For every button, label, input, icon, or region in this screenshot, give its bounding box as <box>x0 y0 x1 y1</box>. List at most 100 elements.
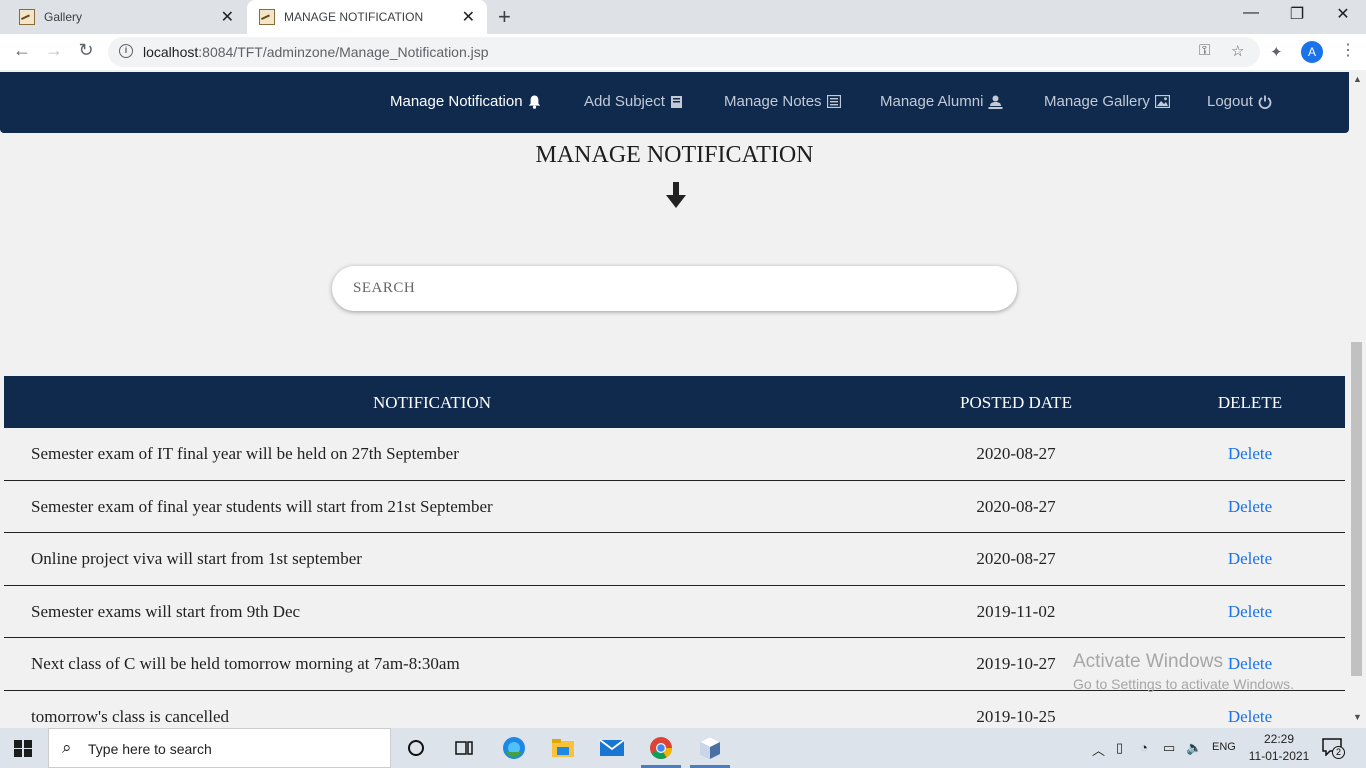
mail-icon[interactable] <box>598 734 626 762</box>
language-indicator[interactable]: ENG <box>1212 741 1236 753</box>
delete-link[interactable]: Delete <box>1150 707 1350 727</box>
watermark-subtitle: Go to Settings to activate Windows. <box>1073 676 1294 692</box>
notification-count-badge: 2 <box>1332 746 1345 759</box>
bookmark-star-icon[interactable]: ☆ <box>1231 42 1244 60</box>
posted-date: 2020-08-27 <box>976 549 1056 569</box>
forward-arrow-icon[interactable]: → <box>42 40 66 61</box>
new-tab-icon[interactable]: + <box>498 6 511 28</box>
url-text: localhost:8084/TFT/adminzone/Manage_Noti… <box>143 44 489 60</box>
notification-text: Online project viva will start from 1st … <box>31 549 362 569</box>
power-icon <box>1258 95 1272 109</box>
list-icon <box>826 95 841 108</box>
action-center-icon[interactable]: 2 <box>1322 738 1346 759</box>
browser-tab-strip: Gallery ✕ MANAGE NOTIFICATION ✕ + — ❐ ✕ <box>0 0 1366 34</box>
table-header: NOTIFICATION POSTED DATE DELETE <box>4 376 1345 428</box>
task-view-icon[interactable] <box>450 734 478 762</box>
reload-icon[interactable]: ↻ <box>74 40 98 61</box>
nav-manage-notes[interactable]: Manage Notes <box>724 93 841 110</box>
vertical-scrollbar[interactable]: ▲ ▼ <box>1349 70 1366 728</box>
notification-text: tomorrow's class is cancelled <box>31 706 230 726</box>
search-icon: ⌕ <box>62 738 72 757</box>
image-icon <box>1154 95 1170 108</box>
windows-taskbar: ⌕ Type here to search ︿ ▯ ◔ ▭ 🔈 ENG 22:2… <box>0 728 1366 768</box>
scroll-down-arrow-icon[interactable]: ▼ <box>1353 712 1362 722</box>
close-window-icon[interactable]: ✕ <box>1320 4 1366 24</box>
table-row: Semester exam of IT final year will be h… <box>4 428 1345 481</box>
device-icon[interactable]: ▯ <box>1116 740 1123 756</box>
search-input[interactable] <box>332 266 1017 311</box>
nav-logout[interactable]: Logout <box>1207 93 1272 110</box>
delete-link[interactable]: Delete <box>1150 497 1350 517</box>
table-row: Semester exam of final year students wil… <box>4 480 1345 534</box>
browser-toolbar: ← → ↻ i localhost:8084/TFT/adminzone/Man… <box>0 34 1366 70</box>
delete-link[interactable]: Delete <box>1150 549 1350 569</box>
book-icon <box>670 95 682 108</box>
posted-date: 2019-10-25 <box>976 706 1056 726</box>
taskbar-search-placeholder: Type here to search <box>88 741 212 757</box>
chrome-icon[interactable] <box>647 734 675 762</box>
nav-manage-notification[interactable]: Manage Notification <box>390 93 541 110</box>
notification-text: Next class of C will be held tomorrow mo… <box>31 654 460 674</box>
extensions-puzzle-icon[interactable]: ✦ <box>1270 43 1283 61</box>
nav-label: Manage Notes <box>724 93 822 110</box>
profile-avatar[interactable]: A <box>1301 41 1323 63</box>
notification-text: Semester exam of IT final year will be h… <box>31 444 459 463</box>
posted-date: 2019-11-02 <box>976 601 1056 621</box>
back-arrow-icon[interactable]: ← <box>10 40 34 61</box>
nav-label: Logout <box>1207 93 1253 110</box>
table-row: tomorrow's class is cancelled 2019-10-25… <box>4 690 1345 728</box>
admin-navbar: Manage Notification Add Subject Manage N… <box>0 72 1349 133</box>
posted-date: 2020-08-27 <box>976 496 1056 516</box>
table-row: Online project viva will start from 1st … <box>4 533 1345 586</box>
nav-label: Manage Gallery <box>1044 93 1150 110</box>
app-cube-icon[interactable] <box>696 734 724 762</box>
notification-text: Semester exams will start from 9th Dec <box>31 601 301 621</box>
close-tab-icon[interactable]: ✕ <box>462 7 475 27</box>
column-header-posted-date: POSTED DATE <box>960 393 1072 412</box>
column-header-notification: NOTIFICATION <box>372 393 492 412</box>
nav-manage-alumni[interactable]: Manage Alumni <box>880 93 1003 110</box>
delete-link[interactable]: Delete <box>1150 602 1350 622</box>
restore-window-icon[interactable]: ❐ <box>1274 4 1320 24</box>
posted-date: 2020-08-27 <box>976 444 1056 463</box>
page-title: MANAGE NOTIFICATION <box>535 142 814 168</box>
nav-label: Manage Notification <box>390 93 523 110</box>
activate-windows-watermark: Activate Windows Go to Settings to activ… <box>1073 651 1294 692</box>
key-icon[interactable]: ⚿ <box>1199 42 1210 59</box>
close-tab-icon[interactable]: ✕ <box>221 7 234 27</box>
browser-tab-manage-notification[interactable]: MANAGE NOTIFICATION ✕ <box>247 0 487 34</box>
tab-title: MANAGE NOTIFICATION <box>284 10 424 24</box>
taskbar-clock[interactable]: 22:29 11-01-2021 <box>1248 731 1310 765</box>
volume-icon[interactable]: 🔈 <box>1186 740 1202 756</box>
scroll-up-arrow-icon[interactable]: ▲ <box>1353 74 1362 84</box>
bell-icon <box>528 95 540 109</box>
delete-link[interactable]: Delete <box>1150 444 1350 464</box>
file-explorer-icon[interactable] <box>549 734 577 762</box>
wifi-icon[interactable]: ◔ <box>1140 740 1148 755</box>
watermark-title: Activate Windows <box>1073 651 1223 672</box>
address-bar[interactable]: i localhost:8084/TFT/adminzone/Manage_No… <box>108 37 1260 67</box>
taskbar-search-box[interactable]: ⌕ Type here to search <box>48 728 391 768</box>
minimize-window-icon[interactable]: — <box>1228 4 1274 22</box>
nav-add-subject[interactable]: Add Subject <box>584 93 683 110</box>
windows-start-icon[interactable] <box>14 740 32 757</box>
nav-manage-gallery[interactable]: Manage Gallery <box>1044 93 1170 110</box>
nav-label: Manage Alumni <box>880 93 984 110</box>
notification-text: Semester exam of final year students wil… <box>31 496 493 516</box>
battery-icon[interactable]: ▭ <box>1163 740 1175 756</box>
scrollbar-thumb[interactable] <box>1351 342 1362 676</box>
column-header-delete: DELETE <box>1217 393 1283 412</box>
edge-browser-icon[interactable] <box>500 734 528 762</box>
clock-time: 22:29 <box>1263 732 1295 746</box>
site-favicon-icon <box>259 9 275 25</box>
user-icon <box>988 95 1003 109</box>
clock-date: 11-01-2021 <box>1248 749 1310 763</box>
tab-title: Gallery <box>44 10 83 24</box>
browser-menu-icon[interactable]: ⋮ <box>1340 40 1356 60</box>
browser-tab-gallery[interactable]: Gallery ✕ <box>0 0 246 34</box>
cortana-icon[interactable] <box>402 734 430 762</box>
site-info-icon[interactable]: i <box>119 44 133 58</box>
nav-label: Add Subject <box>584 93 665 110</box>
arrow-down-icon <box>666 182 686 208</box>
show-hidden-icons-chevron-icon[interactable]: ︿ <box>1092 740 1105 759</box>
